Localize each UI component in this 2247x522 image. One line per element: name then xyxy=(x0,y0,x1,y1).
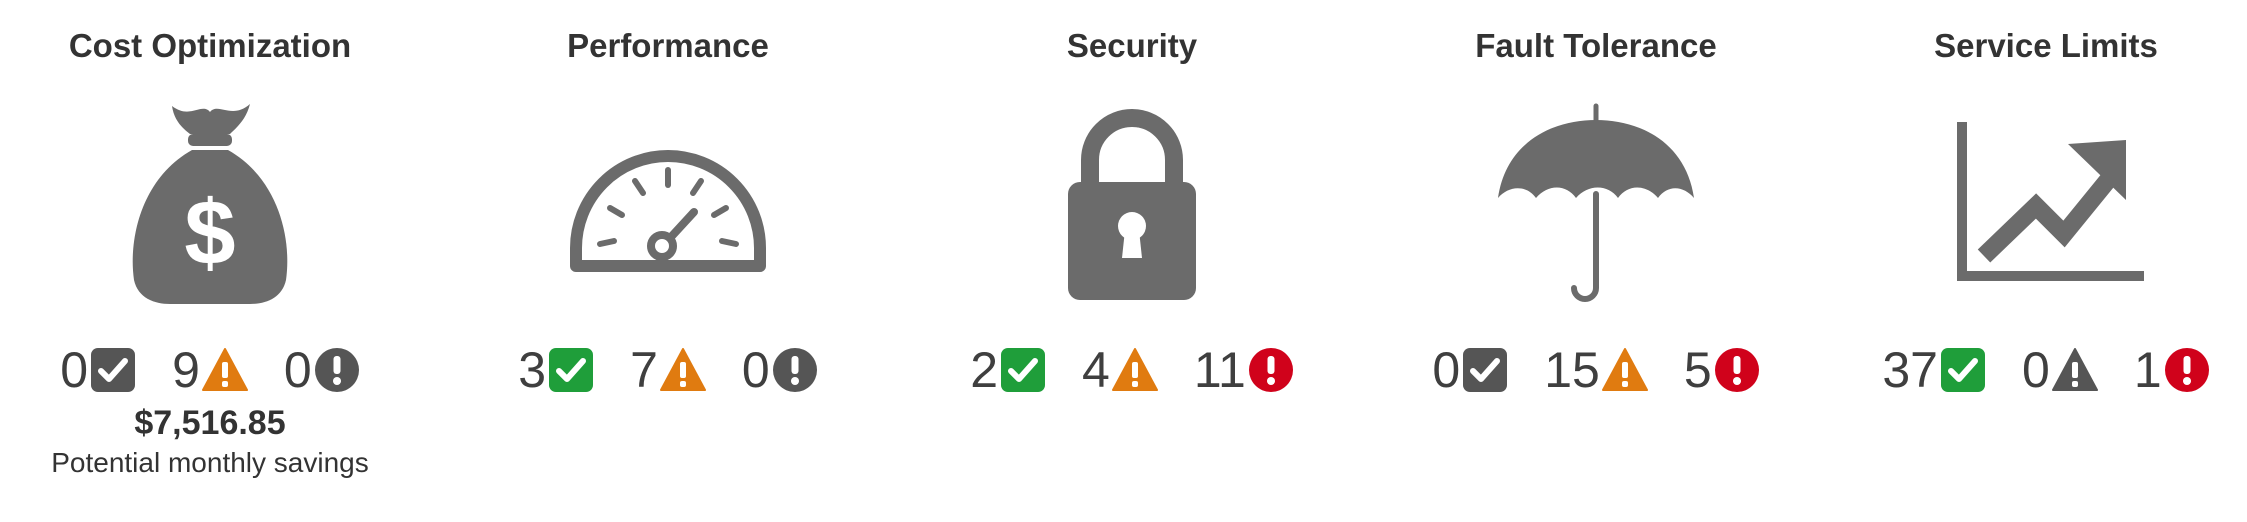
padlock-icon xyxy=(1032,98,1232,308)
status-counts: 37 0 1 xyxy=(1836,340,2247,400)
category-security[interactable]: Security 2 4 11 xyxy=(922,0,1342,522)
category-performance[interactable]: Performance 3 7 0 xyxy=(458,0,878,522)
trusted-advisor-dashboard: Cost Optimization $ 0 9 0 $7,516.85 Pote… xyxy=(0,0,2247,522)
ok-count-value: 3 xyxy=(518,342,547,398)
warning-count-value: 9 xyxy=(172,342,200,398)
check-icon xyxy=(90,347,136,393)
error-count[interactable]: 0 xyxy=(742,340,818,400)
category-title: Service Limits xyxy=(1934,27,2158,64)
category-service-limits[interactable]: Service Limits 37 0 1 xyxy=(1836,0,2247,522)
warning-count-value: 7 xyxy=(630,342,658,398)
error-count-value: 0 xyxy=(283,342,312,398)
error-count-value: 11 xyxy=(1193,342,1246,398)
error-count[interactable]: 0 xyxy=(284,340,360,400)
savings-amount: $7,516.85 xyxy=(134,404,286,442)
warning-icon xyxy=(1601,347,1648,393)
error-count-value: 5 xyxy=(1683,342,1712,398)
error-count[interactable]: 5 xyxy=(1684,340,1760,400)
trend-chart-icon xyxy=(1946,98,2146,308)
warning-count-value: 0 xyxy=(2022,342,2050,398)
category-fault-tolerance[interactable]: Fault Tolerance 0 15 5 xyxy=(1386,0,1806,522)
warning-icon xyxy=(1111,347,1158,393)
error-icon xyxy=(2164,347,2210,393)
ok-count[interactable]: 2 xyxy=(970,340,1046,400)
error-icon xyxy=(1248,347,1294,393)
ok-count-value: 37 xyxy=(1882,342,1938,398)
warning-icon xyxy=(2051,347,2098,393)
category-title: Cost Optimization xyxy=(68,27,352,64)
category-title: Performance xyxy=(567,27,769,64)
svg-text:$: $ xyxy=(184,182,235,284)
error-count[interactable]: 1 xyxy=(2134,340,2210,400)
error-icon xyxy=(772,347,818,393)
warning-count-value: 4 xyxy=(1082,342,1110,398)
warning-count[interactable]: 4 xyxy=(1082,340,1158,400)
ok-count-value: 2 xyxy=(970,342,999,398)
check-icon xyxy=(1000,347,1046,393)
money-bag-icon: $ xyxy=(110,98,310,308)
warning-count-value: 15 xyxy=(1544,342,1600,398)
error-count-value: 0 xyxy=(741,342,770,398)
check-icon xyxy=(1462,347,1508,393)
error-count[interactable]: 11 xyxy=(1194,340,1294,400)
ok-count[interactable]: 0 xyxy=(60,340,136,400)
warning-count[interactable]: 7 xyxy=(630,340,706,400)
error-count-value: 1 xyxy=(2133,342,2162,398)
ok-count[interactable]: 0 xyxy=(1432,340,1508,400)
status-counts: 3 7 0 xyxy=(458,340,878,400)
status-counts: 0 15 5 xyxy=(1386,340,1806,400)
ok-count[interactable]: 3 xyxy=(518,340,594,400)
warning-count[interactable]: 0 xyxy=(2022,340,2098,400)
ok-count-value: 0 xyxy=(1432,342,1461,398)
category-cost-optimization[interactable]: Cost Optimization $ 0 9 0 $7,516.85 Pote… xyxy=(0,0,420,522)
warning-icon xyxy=(659,347,706,393)
ok-count[interactable]: 37 xyxy=(1882,340,1986,400)
check-icon xyxy=(548,347,594,393)
warning-count[interactable]: 9 xyxy=(172,340,248,400)
warning-count[interactable]: 15 xyxy=(1544,340,1648,400)
error-icon xyxy=(1714,347,1760,393)
umbrella-icon xyxy=(1496,98,1696,308)
status-counts: 2 4 11 xyxy=(922,340,1342,400)
warning-icon xyxy=(201,347,248,393)
category-title: Fault Tolerance xyxy=(1475,27,1717,64)
check-icon xyxy=(1940,347,1986,393)
ok-count-value: 0 xyxy=(60,342,89,398)
error-icon xyxy=(314,347,360,393)
potential-savings: $7,516.85 Potential monthly savings xyxy=(0,402,420,482)
savings-label: Potential monthly savings xyxy=(51,447,369,478)
speedometer-icon xyxy=(568,98,768,308)
status-counts: 0 9 0 xyxy=(0,340,420,400)
category-title: Security xyxy=(1066,27,1198,64)
